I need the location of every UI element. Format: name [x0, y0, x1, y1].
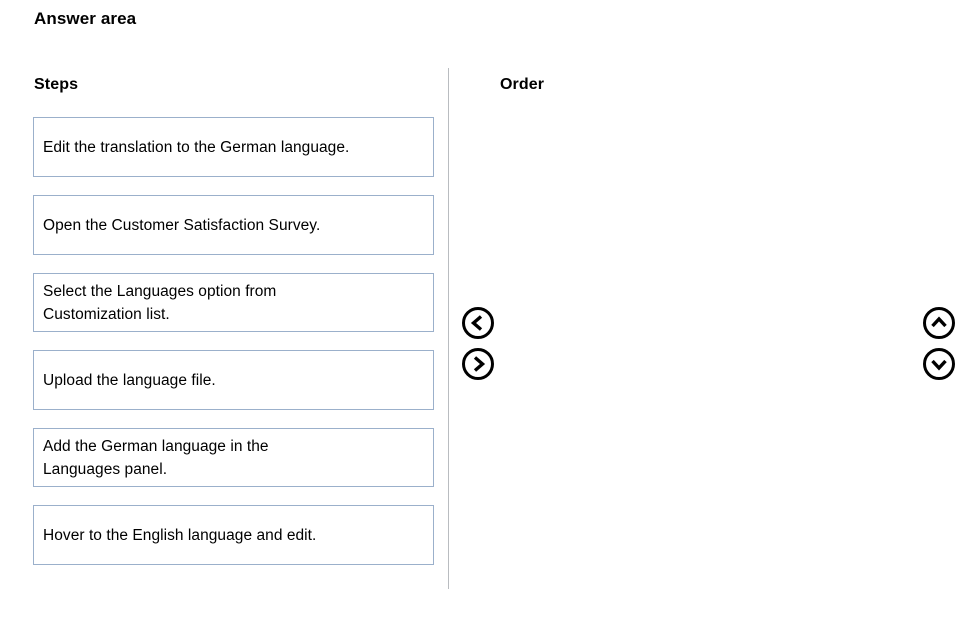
steps-column-header: Steps [34, 76, 79, 93]
step-item-line: Hover to the English language and edit. [43, 526, 317, 544]
column-divider [448, 68, 449, 589]
order-column-header: Order [500, 76, 545, 93]
page-title: Answer area [34, 9, 137, 28]
move-between-columns-controls [461, 306, 495, 381]
step-item-line: Languages panel. [43, 460, 168, 478]
order-drop-area[interactable] [460, 110, 950, 588]
steps-list: Edit the translation to the German langu… [33, 117, 434, 583]
step-item-line: Select the Languages option from [43, 282, 277, 300]
step-item-line: Edit the translation to the German langu… [43, 138, 350, 156]
reorder-controls [922, 306, 956, 381]
step-item[interactable]: Select the Languages option from Customi… [33, 273, 434, 332]
step-item[interactable]: Edit the translation to the German langu… [33, 117, 434, 177]
step-item-line: Customization list. [43, 305, 170, 323]
step-item[interactable]: Open the Customer Satisfaction Survey. [33, 195, 434, 255]
step-item[interactable]: Add the German language in the Languages… [33, 428, 434, 487]
step-item-line: Open the Customer Satisfaction Survey. [43, 216, 321, 234]
chevron-up-circle-icon[interactable] [922, 306, 956, 340]
chevron-left-circle-icon[interactable] [461, 306, 495, 340]
step-item-line: Add the German language in the [43, 437, 269, 455]
step-item[interactable]: Hover to the English language and edit. [33, 505, 434, 565]
step-item-line: Upload the language file. [43, 371, 216, 389]
chevron-right-circle-icon[interactable] [461, 347, 495, 381]
step-item[interactable]: Upload the language file. [33, 350, 434, 410]
chevron-down-circle-icon[interactable] [922, 347, 956, 381]
